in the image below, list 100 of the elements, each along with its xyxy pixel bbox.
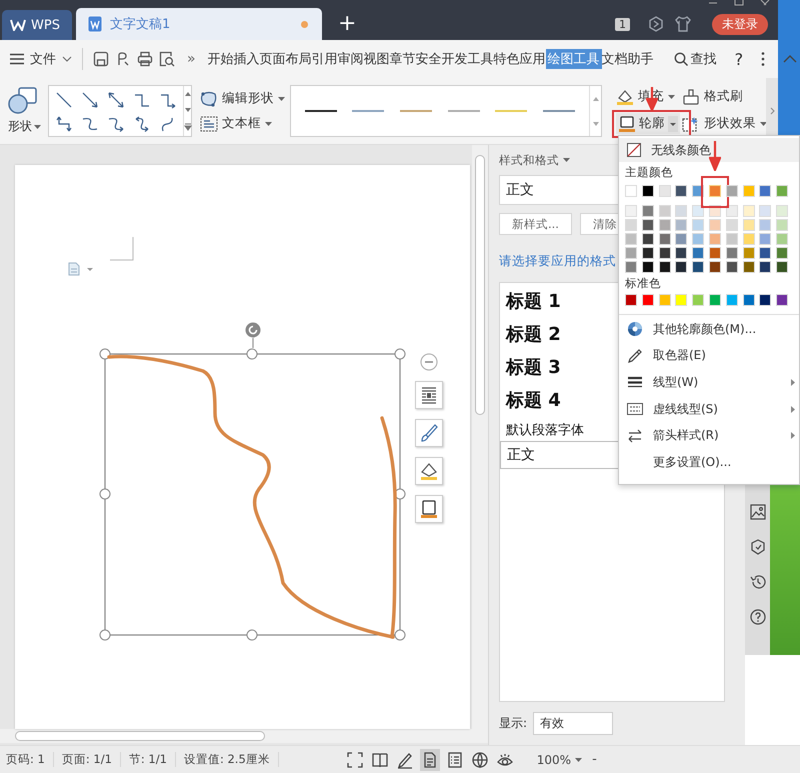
outline-button[interactable]: 轮廓 xyxy=(616,113,680,134)
color-swatch[interactable] xyxy=(642,261,654,273)
arrow-icon[interactable] xyxy=(81,91,99,109)
color-swatch[interactable] xyxy=(642,219,654,231)
color-swatch[interactable] xyxy=(642,205,654,217)
color-swatch[interactable] xyxy=(742,205,755,217)
color-swatch[interactable] xyxy=(675,185,688,197)
color-swatch[interactable] xyxy=(776,233,788,245)
color-swatch[interactable] xyxy=(692,294,704,306)
color-swatch[interactable] xyxy=(642,247,654,259)
print-preview-icon[interactable] xyxy=(159,51,175,67)
close-icon[interactable] xyxy=(760,0,770,6)
color-swatch[interactable] xyxy=(759,205,772,217)
color-swatch[interactable] xyxy=(726,294,738,306)
print-icon[interactable] xyxy=(137,51,153,67)
view-mode-button[interactable] xyxy=(420,748,440,770)
menu-tab[interactable]: 章节 xyxy=(390,49,416,69)
menu-tab[interactable]: 视图 xyxy=(364,49,390,69)
color-swatch[interactable] xyxy=(625,219,637,231)
shape-tool-button[interactable] xyxy=(415,381,443,409)
color-swatch[interactable] xyxy=(708,261,721,273)
show-dropdown[interactable]: 有效 xyxy=(533,712,614,735)
elbow-double-arrow-icon[interactable] xyxy=(55,115,73,133)
find-button[interactable]: 查找 xyxy=(674,50,717,68)
shirt-icon[interactable] xyxy=(674,16,692,32)
zoom-out-button[interactable]: - xyxy=(592,752,597,767)
menu-tab[interactable]: 引用 xyxy=(312,49,338,69)
color-swatch[interactable] xyxy=(776,247,788,259)
color-swatch[interactable] xyxy=(675,233,688,245)
color-swatch[interactable] xyxy=(708,247,721,259)
color-swatch[interactable] xyxy=(759,219,772,231)
color-swatch[interactable] xyxy=(692,261,704,273)
line-icon[interactable] xyxy=(55,91,73,109)
color-swatch[interactable] xyxy=(726,261,738,273)
color-swatch[interactable] xyxy=(759,247,772,259)
color-swatch[interactable] xyxy=(625,233,637,245)
curved-arrow-icon[interactable] xyxy=(107,115,125,133)
color-swatch[interactable] xyxy=(776,205,788,217)
minimize-icon[interactable] xyxy=(708,0,718,6)
color-swatch[interactable] xyxy=(625,205,637,217)
no-line-color-item[interactable]: 无线条颜色 xyxy=(619,138,799,162)
color-swatch[interactable] xyxy=(625,247,637,259)
shape-tool-button[interactable] xyxy=(415,495,443,523)
collapse-icon[interactable] xyxy=(783,55,798,63)
color-swatch[interactable] xyxy=(759,233,772,245)
menu-tab[interactable]: 插入 xyxy=(234,49,260,69)
menu-item[interactable]: 虚线线型(S) xyxy=(619,396,799,422)
color-swatch[interactable] xyxy=(658,219,671,231)
new-tab-button[interactable]: + xyxy=(338,8,356,40)
login-button[interactable]: 未登录 xyxy=(712,14,768,34)
color-swatch[interactable] xyxy=(708,294,721,306)
curved-double-arrow-icon[interactable] xyxy=(133,115,151,133)
menu-tab[interactable]: 特色应用 xyxy=(494,49,546,69)
format-painter-button[interactable]: 格式刷 xyxy=(682,88,762,105)
color-swatch[interactable] xyxy=(625,294,637,306)
save-icon[interactable] xyxy=(93,51,109,67)
more-tabs-button[interactable]: » xyxy=(187,51,196,67)
color-swatch[interactable] xyxy=(658,185,671,197)
text-box-button[interactable]: 文本框 xyxy=(200,115,290,132)
color-swatch[interactable] xyxy=(658,205,671,217)
menu-item[interactable]: 线型(W) xyxy=(619,369,799,396)
color-swatch[interactable] xyxy=(675,261,688,273)
color-swatch[interactable] xyxy=(742,185,755,197)
scroll-down-icon[interactable] xyxy=(184,107,192,113)
color-swatch[interactable] xyxy=(708,185,721,197)
color-swatch[interactable] xyxy=(658,294,671,306)
color-swatch[interactable] xyxy=(726,233,738,245)
color-swatch[interactable] xyxy=(692,247,704,259)
color-swatch[interactable] xyxy=(742,233,755,245)
double-arrow-icon[interactable] xyxy=(107,91,125,109)
edit-shape-button[interactable]: 编辑形状 xyxy=(200,90,290,107)
history-icon[interactable] xyxy=(750,574,766,590)
curve-icon[interactable] xyxy=(81,115,99,133)
document-tab[interactable]: 文字文稿1 xyxy=(76,8,322,40)
color-swatch[interactable] xyxy=(658,233,671,245)
color-swatch[interactable] xyxy=(726,219,738,231)
color-swatch[interactable] xyxy=(742,261,755,273)
menu-tab[interactable]: 开发工具 xyxy=(442,49,494,69)
color-swatch[interactable] xyxy=(742,247,755,259)
color-swatch[interactable] xyxy=(708,233,721,245)
color-swatch[interactable] xyxy=(625,185,637,197)
color-swatch[interactable] xyxy=(675,247,688,259)
help-button[interactable]: ? xyxy=(734,50,744,68)
more-icon[interactable] xyxy=(761,51,766,67)
image-icon[interactable] xyxy=(750,504,766,520)
window-count-badge[interactable]: 1 xyxy=(615,18,630,30)
color-swatch[interactable] xyxy=(642,294,654,306)
menu-tab[interactable]: 页面布局 xyxy=(260,49,312,69)
color-swatch[interactable] xyxy=(776,294,788,306)
menu-tab[interactable]: 开始 xyxy=(208,49,234,69)
color-swatch[interactable] xyxy=(776,219,788,231)
vertical-scrollbar[interactable] xyxy=(472,145,488,729)
menu-item[interactable]: 其他轮廓颜色(M)... xyxy=(619,316,799,343)
shape-tool-button[interactable] xyxy=(415,457,443,485)
shield-icon[interactable] xyxy=(750,539,766,555)
color-swatch[interactable] xyxy=(726,185,738,197)
color-swatch[interactable] xyxy=(692,233,704,245)
menu-tab[interactable]: 安全 xyxy=(416,49,442,69)
file-menu[interactable]: 文件 xyxy=(10,50,72,68)
color-swatch[interactable] xyxy=(642,185,654,197)
